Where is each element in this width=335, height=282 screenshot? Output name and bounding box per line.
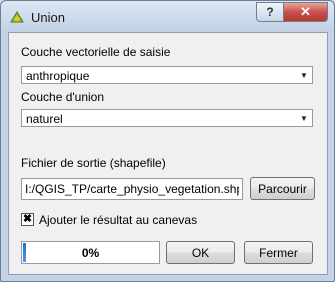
union-layer-combo[interactable]: naturel ▼	[21, 109, 313, 127]
window-close-button[interactable]: ✕	[283, 2, 328, 22]
add-result-label[interactable]: Ajouter le résultat au canevas	[39, 213, 197, 227]
close-button-label: Fermer	[259, 245, 298, 260]
ok-button-label: OK	[191, 245, 210, 260]
input-layer-value: anthropique	[26, 69, 90, 83]
union-layer-value: naturel	[26, 112, 63, 126]
browse-button-label: Parcourir	[258, 181, 307, 196]
help-button[interactable]: ?	[256, 2, 284, 22]
window-title: Union	[31, 10, 65, 25]
input-layer-label: Couche vectorielle de saisie	[21, 45, 171, 59]
union-layer-label: Couche d'union	[21, 90, 105, 104]
input-layer-combo[interactable]: anthropique ▼	[21, 66, 313, 84]
check-icon: ✖	[22, 213, 33, 225]
progress-text: 0%	[81, 246, 100, 260]
title-bar[interactable]: Union ? ✕	[1, 1, 334, 33]
help-icon: ?	[266, 5, 274, 19]
dialog-body: Couche vectorielle de saisie anthropique…	[8, 32, 328, 275]
browse-button[interactable]: Parcourir	[250, 177, 315, 200]
chevron-down-icon[interactable]: ▼	[296, 67, 312, 83]
close-button[interactable]: Fermer	[244, 241, 313, 264]
qgis-icon	[10, 11, 24, 23]
output-file-field[interactable]	[21, 178, 243, 200]
add-result-checkbox[interactable]: ✖	[21, 213, 34, 226]
output-file-label: Fichier de sortie (shapefile)	[21, 156, 166, 170]
progress-bar: 0%	[21, 241, 160, 264]
output-file-input[interactable]	[25, 182, 239, 196]
close-icon: ✕	[300, 4, 311, 19]
union-dialog: Union ? ✕ Couche vectorielle de saisie a…	[0, 0, 335, 282]
ok-button[interactable]: OK	[166, 241, 235, 264]
chevron-down-icon[interactable]: ▼	[296, 110, 312, 126]
